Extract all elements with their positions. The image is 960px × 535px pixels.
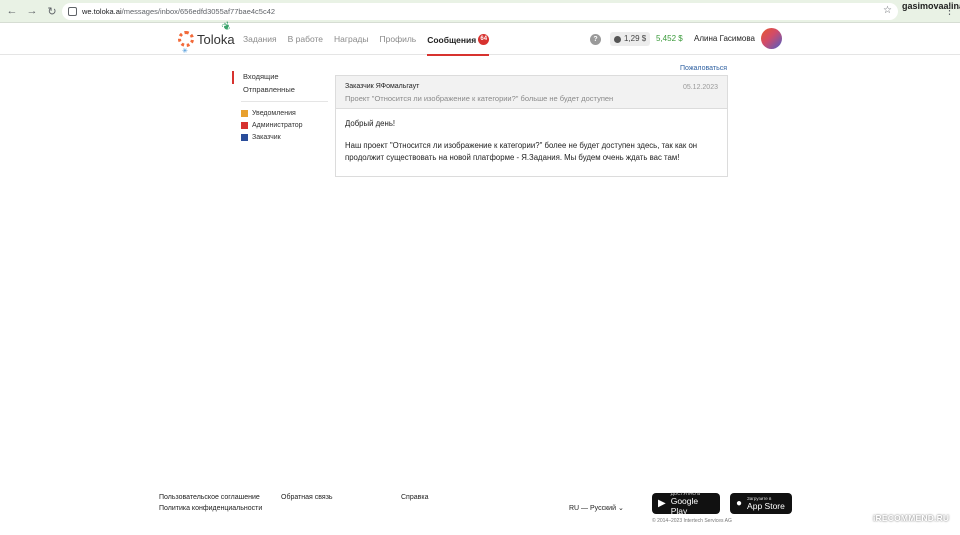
reload-icon[interactable]: ↻ <box>44 3 60 19</box>
administrator-color-swatch <box>241 121 248 129</box>
sparkle-decoration-icon: ✳ <box>182 48 188 55</box>
watermark: iRECOMMEND.RU <box>873 513 950 523</box>
help-icon[interactable]: ? <box>590 34 601 45</box>
site-header: Toloka ❦ ✳ Задания В работе Награды Проф… <box>0 19 960 56</box>
browser-toolbar: ← → ↻ we.toloka.ai/messages/inbox/656edf… <box>0 0 960 23</box>
message-subject: Проект "Относится ли изображение к катег… <box>345 94 614 103</box>
message-greeting: Добрый день! <box>345 119 396 128</box>
toloka-logo-icon <box>178 31 194 47</box>
copyright-text: © 2014–2023 Intertech Services AG <box>652 518 732 524</box>
google-play-button[interactable]: ▶ ДОСТУПНО В Google Play <box>652 491 720 516</box>
filter-administrator[interactable]: Администратор <box>232 119 328 131</box>
filter-notifications[interactable]: Уведомления <box>232 107 328 119</box>
message-sender: Заказчик ЯФомальгаут <box>345 83 420 90</box>
filter-requester[interactable]: Заказчик <box>232 131 328 143</box>
coin-icon <box>614 35 621 43</box>
message-text: Наш проект "Относится ли изображение к к… <box>345 141 698 162</box>
language-selector[interactable]: RU — Русский ⌄ <box>569 504 624 512</box>
sidebar-item-sent[interactable]: Отправленные <box>232 84 328 97</box>
app-store-button[interactable]: ● Загрузите в App Store <box>730 493 792 514</box>
message-header: Заказчик ЯФомальгаут Проект "Относится л… <box>336 76 727 109</box>
footer-link-privacy-policy[interactable]: Политика конфиденциальности <box>159 505 262 512</box>
user-name[interactable]: Алина Гасимова <box>694 34 755 43</box>
secondary-balance[interactable]: 1,29 $ <box>610 32 651 46</box>
message-body: Добрый день! Наш проект "Относится ли из… <box>336 109 727 183</box>
back-icon[interactable]: ← <box>4 3 20 19</box>
message-panel: Заказчик ЯФомальгаут Проект "Относится л… <box>335 75 728 177</box>
bookmark-star-icon[interactable]: ☆ <box>883 5 892 16</box>
url-text: we.toloka.ai/messages/inbox/656edfd3055a… <box>82 7 276 16</box>
chevron-down-icon: ⌄ <box>617 505 624 512</box>
avatar[interactable] <box>761 28 782 49</box>
menu-profile[interactable]: Профиль <box>380 34 417 45</box>
forward-icon[interactable]: → <box>24 3 40 19</box>
google-play-icon: ▶ <box>658 498 666 509</box>
apple-icon: ● <box>736 498 743 509</box>
messages-count-badge: 64 <box>478 34 490 45</box>
footer-link-help[interactable]: Справка <box>401 494 428 501</box>
address-bar[interactable]: we.toloka.ai/messages/inbox/656edfd3055a… <box>62 3 898 20</box>
sidebar-divider <box>241 101 328 102</box>
lock-icon <box>68 7 77 16</box>
messages-sidebar: Входящие Отправленные Уведомления Админи… <box>232 71 328 143</box>
site-footer: Пользовательское соглашение Обратная свя… <box>0 485 960 535</box>
footer-link-user-agreement[interactable]: Пользовательское соглашение <box>159 494 260 501</box>
menu-messages[interactable]: Сообщения 64 <box>427 34 490 56</box>
main-balance[interactable]: 5,452 $ <box>656 34 683 43</box>
main-menu: Задания В работе Награды Профиль Сообщен… <box>243 34 500 56</box>
browser-menu-icon[interactable]: ⋮ <box>944 4 955 17</box>
menu-rewards[interactable]: Награды <box>334 34 369 45</box>
menu-in-progress[interactable]: В работе <box>288 34 323 45</box>
message-date: 05.12.2023 <box>682 84 718 91</box>
sidebar-item-inbox[interactable]: Входящие <box>232 71 328 84</box>
report-link[interactable]: Пожаловаться <box>680 65 727 72</box>
requester-color-swatch <box>241 133 248 141</box>
notifications-color-swatch <box>241 109 248 117</box>
footer-link-feedback[interactable]: Обратная связь <box>281 494 333 501</box>
menu-tasks[interactable]: Задания <box>243 34 277 45</box>
